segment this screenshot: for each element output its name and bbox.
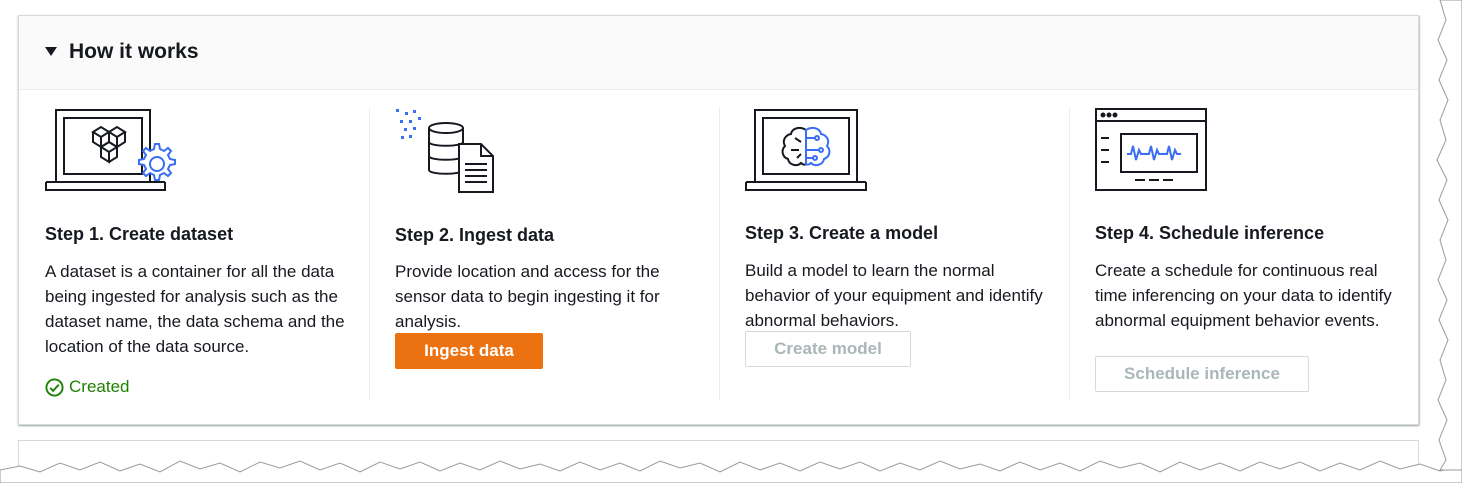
panel-title: How it works: [69, 40, 199, 63]
step-title: Step 2. Ingest data: [395, 225, 555, 245]
create-model-button[interactable]: Create model: [745, 331, 911, 367]
database-document-icon: [396, 109, 494, 193]
check-circle-icon: [45, 377, 64, 397]
browser-waveform-icon: [1095, 108, 1207, 191]
step-description: Build a model to learn the normal behavi…: [745, 261, 1043, 330]
laptop-brain-icon: [745, 109, 867, 191]
step-title: Step 3. Create a model: [745, 223, 939, 243]
step-description: Provide location and access for the sens…: [395, 262, 660, 331]
step-divider: [1069, 108, 1070, 400]
status-badge: Created: [45, 377, 129, 397]
step-create-dataset: Step 1. Create dataset A dataset is a co…: [45, 90, 345, 426]
step-title: Step 4. Schedule inference: [1095, 223, 1325, 243]
caret-down-icon[interactable]: [45, 47, 57, 56]
step-description: A dataset is a container for all the dat…: [45, 262, 345, 356]
step-ingest-data: Step 2. Ingest data Provide location and…: [395, 90, 695, 426]
step-title: Step 1. Create dataset: [45, 224, 234, 244]
how-it-works-panel: How it works Step 1. Create dataset A da…: [18, 15, 1419, 425]
panel-header[interactable]: How it works: [19, 16, 1418, 90]
step-description: Create a schedule for continuous real ti…: [1095, 261, 1392, 330]
next-panel: [18, 440, 1419, 483]
schedule-inference-button[interactable]: Schedule inference: [1095, 356, 1309, 392]
step-schedule-inference: Step 4. Schedule inference Create a sche…: [1095, 90, 1405, 426]
step-create-model: Step 3. Create a model Build a model to …: [745, 90, 1045, 426]
step-divider: [369, 108, 370, 400]
ingest-data-button[interactable]: Ingest data: [395, 333, 543, 369]
laptop-cubes-gear-icon: [45, 109, 176, 191]
status-text: Created: [69, 377, 130, 396]
step-divider: [719, 108, 720, 400]
